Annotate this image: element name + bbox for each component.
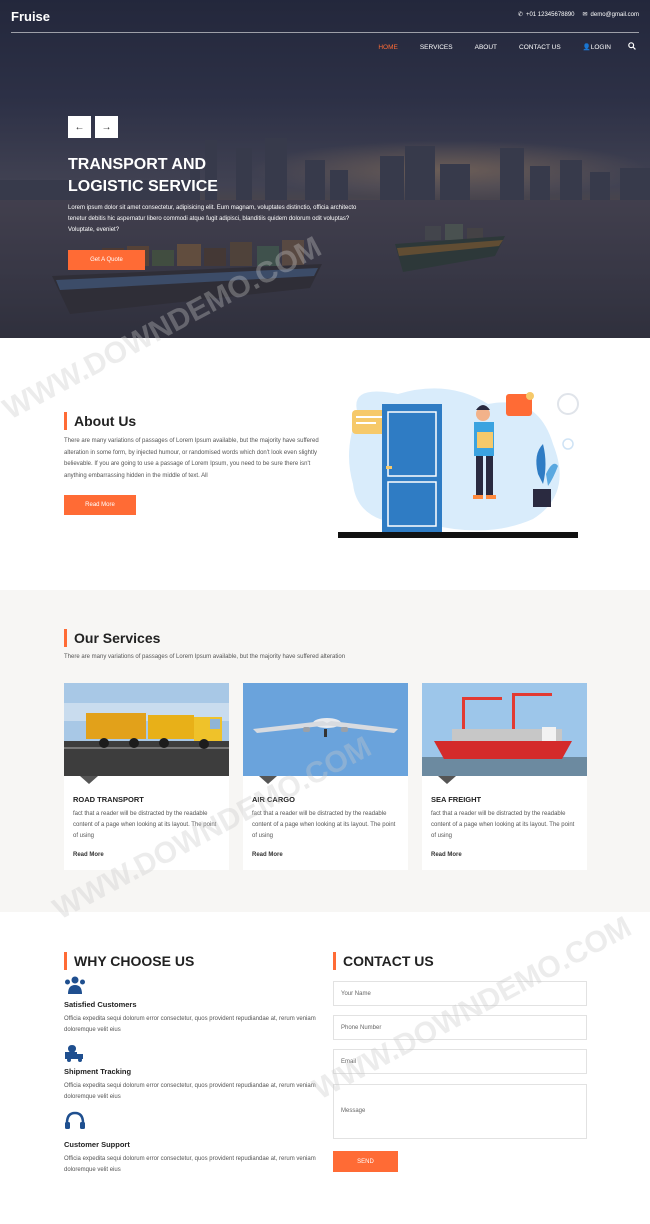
get-quote-button[interactable]: Get A Quote: [68, 250, 145, 270]
services-title: Our Services: [64, 629, 160, 647]
message-field[interactable]: Message: [333, 1084, 587, 1139]
nav-services[interactable]: SERVICES: [409, 44, 464, 51]
nav-about[interactable]: ABOUT: [464, 44, 508, 51]
slider-arrows: ← →: [68, 116, 118, 138]
header-divider: [11, 32, 639, 33]
phone-contact[interactable]: ✆ +01 12345678890: [517, 11, 575, 19]
svg-text:WWW.DOWNDEMO.COM: WWW.DOWNDEMO.COM: [308, 910, 637, 1106]
user-icon: 👤: [582, 44, 591, 51]
tracking-icon: [65, 1045, 83, 1062]
prev-arrow-button[interactable]: ←: [68, 116, 91, 138]
card-pointer: [259, 776, 277, 784]
about-read-more-button[interactable]: Read More: [64, 495, 136, 515]
service-read-more-link[interactable]: Read More: [252, 852, 283, 858]
service-card-road[interactable]: ROAD TRANSPORT fact that a reader will b…: [64, 683, 229, 870]
name-field[interactable]: Your Name: [333, 981, 587, 1006]
why-item-title: Customer Support: [64, 1140, 130, 1149]
phone-icon: ✆: [517, 12, 523, 18]
service-card-air[interactable]: AIR CARGO fact that a reader will be dis…: [243, 683, 408, 870]
why-title: WHY CHOOSE US: [64, 952, 194, 970]
service-title: ROAD TRANSPORT: [73, 795, 144, 804]
hero-title-line2: LOGISTIC SERVICE: [68, 178, 218, 195]
service-read-more-link[interactable]: Read More: [431, 852, 462, 858]
why-item-text: Officia expedita sequi dolorum error con…: [64, 1156, 316, 1173]
why-item-text: Officia expedita sequi dolorum error con…: [64, 1083, 316, 1100]
main-nav: HOME SERVICES ABOUT CONTACT US 👤LOGIN: [367, 42, 636, 52]
search-icon[interactable]: [622, 42, 636, 52]
service-text: fact that a reader will be distracted by…: [431, 811, 575, 839]
customers-icon: [65, 976, 85, 994]
email-field[interactable]: Email: [333, 1049, 587, 1074]
about-title: About Us: [64, 412, 136, 430]
envelope-icon: ✉: [582, 12, 588, 18]
service-title: AIR CARGO: [252, 795, 295, 804]
nav-login[interactable]: 👤LOGIN: [572, 43, 622, 51]
air-cargo-image: [243, 683, 408, 776]
brand-logo[interactable]: Fruise: [11, 9, 50, 24]
hero-description: Lorem ipsum dolor sit amet consectetur, …: [68, 205, 357, 233]
nav-contact[interactable]: CONTACT US: [508, 44, 572, 51]
nav-home[interactable]: HOME: [367, 44, 409, 51]
road-transport-image: [64, 683, 229, 776]
service-text: fact that a reader will be distracted by…: [252, 811, 396, 839]
phone-number: +01 12345678890: [525, 11, 575, 18]
service-read-more-link[interactable]: Read More: [73, 852, 104, 858]
services-subtitle: There are many variations of passages of…: [64, 654, 346, 660]
nav-login-label: LOGIN: [590, 44, 611, 51]
hero-title-line1: TRANSPORT AND: [68, 156, 207, 173]
about-text: There are many variations of passages of…: [64, 438, 319, 479]
why-item-text: Officia expedita sequi dolorum error con…: [64, 1016, 316, 1033]
headset-icon: [65, 1111, 85, 1129]
contact-title: CONTACT US: [333, 952, 434, 970]
email-address: demo@gmail.com: [590, 11, 639, 18]
card-pointer: [80, 776, 98, 784]
service-card-sea[interactable]: SEA FREIGHT fact that a reader will be d…: [422, 683, 587, 870]
service-title: SEA FREIGHT: [431, 795, 482, 804]
send-button[interactable]: SEND: [333, 1151, 398, 1172]
why-item-title: Shipment Tracking: [64, 1067, 132, 1076]
email-contact[interactable]: ✉ demo@gmail.com: [582, 11, 639, 19]
hero-title: TRANSPORT AND LOGISTIC SERVICE: [68, 154, 288, 198]
sea-freight-image: [422, 683, 587, 776]
card-pointer: [438, 776, 456, 784]
phone-field[interactable]: Phone Number: [333, 1015, 587, 1040]
service-text: fact that a reader will be distracted by…: [73, 811, 217, 839]
about-illustration: [338, 388, 579, 538]
why-item-title: Satisfied Customers: [64, 1000, 137, 1009]
top-contact-bar: ✆ +01 12345678890 ✉ demo@gmail.com: [517, 11, 639, 19]
next-arrow-button[interactable]: →: [95, 116, 118, 138]
